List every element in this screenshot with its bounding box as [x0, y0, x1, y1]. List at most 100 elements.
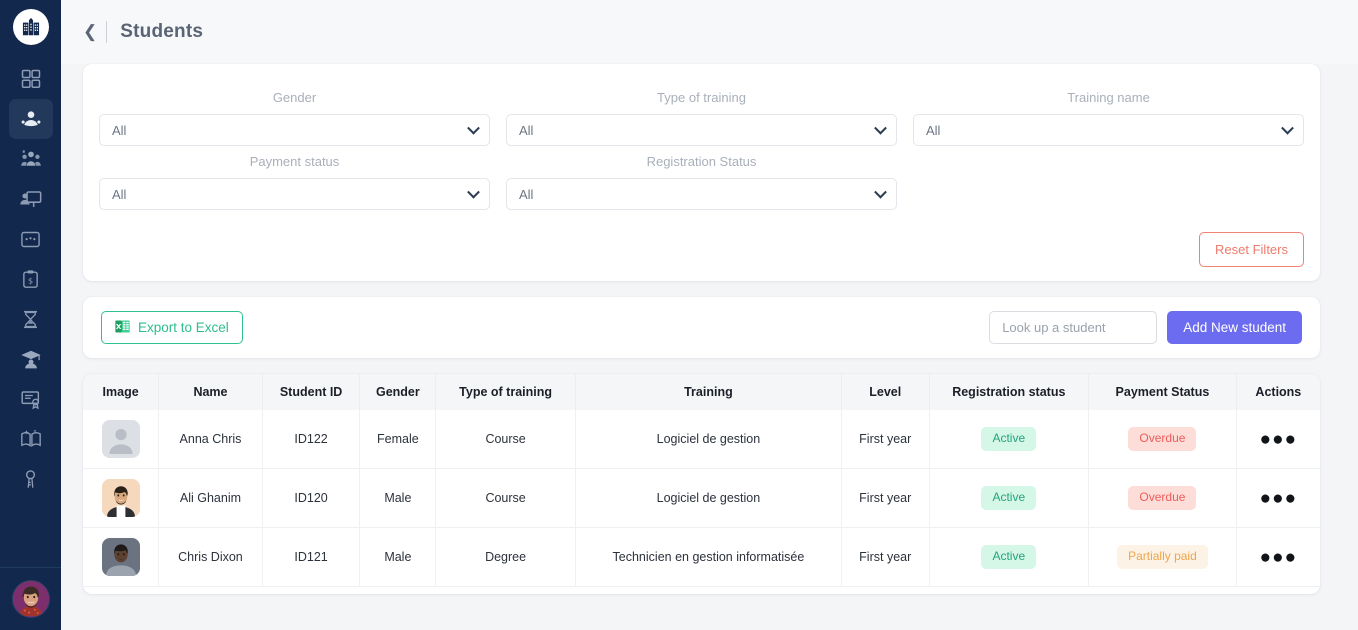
table-row[interactable]: Chris Dixon ID121 Male Degree Technicien… [83, 527, 1320, 587]
cell-type-of-training: Course [435, 410, 576, 469]
cell-name: Anna Chris [158, 410, 263, 469]
filter-type-of-training-select[interactable]: All [506, 114, 897, 146]
sidebar-item-graduates[interactable] [9, 339, 53, 379]
filter-training-name-select[interactable]: All [913, 114, 1304, 146]
cell-training: Technicien en gestion informatisée [575, 527, 842, 587]
certificate-icon [20, 388, 42, 410]
filter-training-name-label: Training name [1067, 90, 1150, 105]
filter-type-of-training-label: Type of training [657, 90, 746, 105]
excel-file-icon: X [115, 319, 130, 337]
sidebar-item-students[interactable] [8, 99, 53, 139]
cell-payment-status: Partially paid [1088, 527, 1237, 587]
avatar[interactable] [11, 580, 50, 618]
svg-text:X: X [116, 322, 122, 331]
dashboard-grid-icon [21, 69, 41, 89]
chevron-down-icon [874, 185, 887, 199]
column-header-student-id: Student ID [262, 374, 361, 410]
filter-gender-select[interactable]: All [99, 114, 490, 146]
open-book-icon [20, 428, 42, 450]
filter-type-of-training-value: All [519, 122, 534, 138]
export-to-excel-button[interactable]: X Export to Excel [101, 311, 243, 344]
sidebar-item-trainers[interactable] [9, 179, 53, 219]
table-row[interactable]: Ali Ghanim ID120 Male Course Logiciel de… [83, 468, 1320, 528]
filter-payment-status-label: Payment status [249, 154, 340, 169]
sidebar-item-certificates[interactable] [9, 379, 53, 419]
cell-registration-status: Active [929, 468, 1090, 528]
payment-badge: Partially paid [1117, 545, 1208, 569]
sidebar-item-sessions[interactable] [9, 219, 53, 259]
more-options-icon[interactable]: ●●● [1260, 488, 1297, 509]
column-header-type-of-training: Type of training [435, 374, 576, 410]
sidebar-footer [0, 567, 61, 630]
sidebar-item-groups[interactable] [9, 139, 53, 179]
filter-gender-label: Gender [272, 90, 317, 105]
filter-payment-status: Payment status All [99, 146, 490, 210]
filter-registration-status-select[interactable]: All [506, 178, 897, 210]
app-root: $ ❮ Students Gender All Type of training… [0, 0, 1358, 630]
cell-level: First year [841, 468, 930, 528]
search-input[interactable] [989, 311, 1158, 344]
svg-text:$: $ [28, 275, 33, 285]
cell-student-id: ID121 [262, 527, 361, 587]
student-photo-placeholder [101, 420, 140, 458]
sidebar-item-pending[interactable] [9, 299, 53, 339]
column-header-registration-status: Registration status [929, 374, 1090, 410]
cell-gender: Male [359, 527, 437, 587]
filter-payment-status-value: All [112, 186, 127, 202]
status-badge: Active [981, 427, 1037, 451]
sidebar-item-courses[interactable] [9, 419, 53, 459]
add-new-student-button[interactable]: Add New student [1167, 311, 1302, 344]
keys-icon [20, 469, 41, 490]
table-body: Anna Chris ID122 Female Course Logiciel … [83, 410, 1320, 587]
filter-type-of-training: Type of training All [506, 82, 897, 146]
payment-badge: Overdue [1128, 486, 1197, 510]
filter-registration-status: Registration Status All [506, 146, 897, 210]
cell-gender: Male [359, 468, 437, 528]
cell-actions: ●●● [1236, 410, 1320, 469]
cell-image [83, 410, 160, 469]
sidebar-item-dashboard[interactable] [9, 59, 53, 99]
more-options-icon[interactable]: ●●● [1260, 429, 1297, 450]
chevron-left-icon[interactable]: ❮ [81, 21, 106, 44]
cell-registration-status: Active [929, 527, 1090, 587]
cell-registration-status: Active [929, 410, 1090, 469]
cell-gender: Female [359, 410, 437, 469]
cell-level: First year [841, 410, 930, 469]
sidebar-item-access[interactable] [9, 459, 53, 499]
cell-student-id: ID120 [262, 468, 361, 528]
column-header-training: Training [575, 374, 842, 410]
column-header-gender: Gender [359, 374, 437, 410]
filters-card: Gender All Type of training All Training… [83, 64, 1320, 281]
cell-payment-status: Overdue [1088, 410, 1237, 469]
cell-actions: ●●● [1236, 527, 1320, 587]
column-header-payment-status: Payment Status [1088, 374, 1237, 410]
hourglass-icon [20, 309, 41, 330]
sidebar-nav: $ [0, 59, 61, 499]
column-header-name: Name [158, 374, 263, 410]
clipboard-dollar-icon: $ [20, 269, 41, 290]
cell-name: Chris Dixon [158, 527, 263, 587]
table-row[interactable]: Anna Chris ID122 Female Course Logiciel … [83, 410, 1320, 469]
chevron-down-icon [874, 121, 887, 135]
payment-badge: Overdue [1128, 427, 1197, 451]
sidebar: $ [0, 0, 61, 630]
cell-training: Logiciel de gestion [575, 468, 842, 528]
cell-training: Logiciel de gestion [575, 410, 842, 469]
reset-filters-button[interactable]: Reset Filters [1199, 232, 1304, 267]
table-toolbar: X Export to Excel Add New student [83, 297, 1320, 358]
status-badge: Active [981, 545, 1037, 569]
filter-training-name: Training name All [913, 82, 1304, 146]
window-browser-icon [20, 229, 41, 250]
table-header-row: Image Name Student ID Gender Type of tra… [83, 374, 1320, 410]
student-photo [101, 479, 140, 517]
cell-student-id: ID122 [262, 410, 361, 469]
filter-gender-value: All [112, 122, 127, 138]
filters-empty-cell [913, 146, 1304, 210]
filter-payment-status-select[interactable]: All [99, 178, 490, 210]
cell-type-of-training: Course [435, 468, 576, 528]
sidebar-item-payments[interactable]: $ [9, 259, 53, 299]
campus-building-logo[interactable] [12, 9, 49, 45]
more-options-icon[interactable]: ●●● [1260, 547, 1297, 568]
filter-registration-status-label: Registration Status [646, 154, 757, 169]
column-header-level: Level [841, 374, 930, 410]
